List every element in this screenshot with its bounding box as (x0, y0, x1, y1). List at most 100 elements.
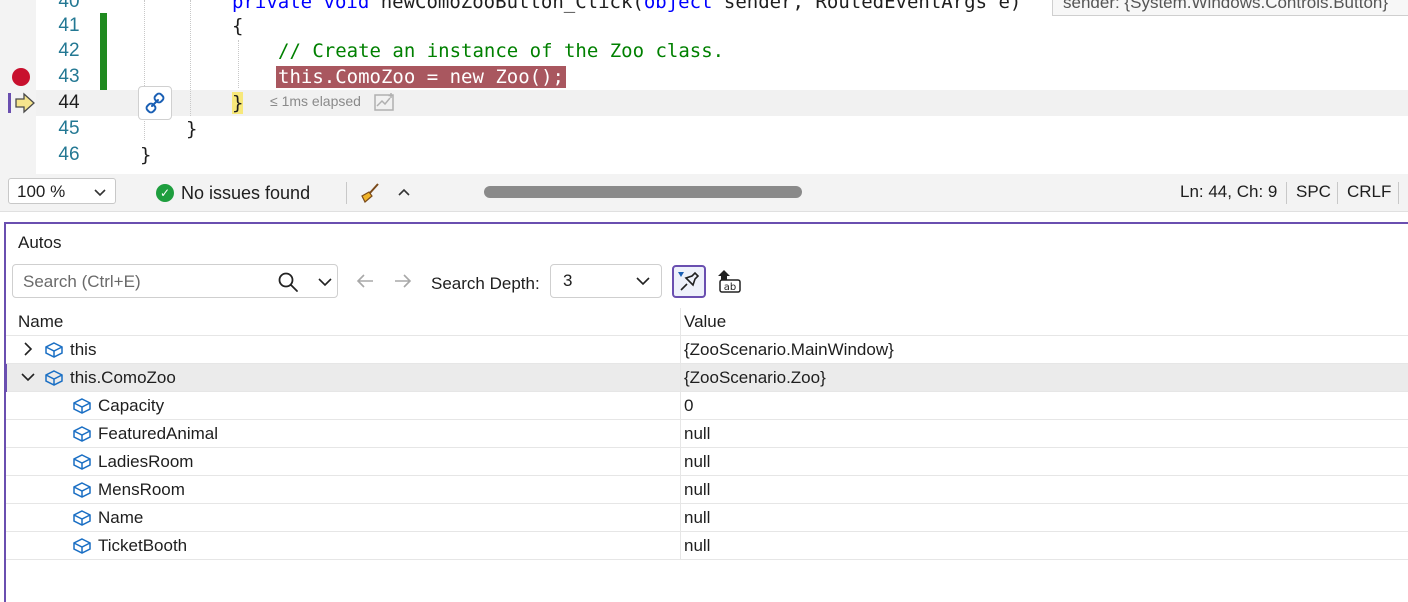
editor-status-bar: 100 % ✓ No issues found Ln: 44, Ch: 9 SP… (0, 174, 1408, 212)
chevron-down-icon (636, 277, 650, 286)
variable-value[interactable]: null (684, 448, 710, 475)
variable-value[interactable]: null (684, 504, 710, 531)
property-icon (73, 398, 91, 414)
variable-name: this.ComoZoo (70, 368, 176, 387)
line-ending-mode[interactable]: CRLF (1347, 182, 1391, 202)
variable-name-cell: FeaturedAnimal (6, 420, 681, 447)
change-tracking-mark (100, 38, 107, 64)
code-line-41[interactable]: 41 { (0, 13, 1408, 39)
chevron-down-icon[interactable] (315, 270, 335, 292)
variable-row-ticketbooth[interactable]: TicketBooth null (6, 532, 1408, 560)
code-text: } (232, 92, 244, 114)
property-icon (73, 482, 91, 498)
variable-name-cell: MensRoom (6, 476, 681, 503)
variable-value[interactable]: null (684, 420, 710, 447)
variable-row-ladiesroom[interactable]: LadiesRoom null (6, 448, 1408, 476)
datatip[interactable]: sender: {System.Windows.Controls.Button} (1052, 0, 1408, 16)
search-icon[interactable] (277, 271, 299, 293)
property-icon (73, 510, 91, 526)
diagnostic-tools-icon[interactable] (374, 92, 396, 112)
text-export-icon: ab (718, 270, 741, 293)
variable-value[interactable]: null (684, 476, 710, 503)
arrow-left-icon[interactable] (354, 270, 376, 292)
variable-name: Name (98, 508, 144, 527)
cursor-position[interactable]: Ln: 44, Ch: 9 (1180, 182, 1277, 202)
object-icon (45, 342, 63, 358)
pin-icon (678, 271, 700, 291)
variable-name-cell: this.ComoZoo (6, 364, 681, 391)
variable-row-name[interactable]: Name null (6, 504, 1408, 532)
column-header-name[interactable]: Name (6, 308, 681, 335)
property-icon (73, 538, 91, 554)
code-comment: // Create an instance of the Zoo class. (278, 40, 725, 62)
variable-name: Capacity (98, 396, 165, 415)
issues-indicator[interactable]: ✓ No issues found (156, 182, 310, 204)
chevron-up-icon[interactable] (396, 181, 412, 203)
change-tracking-mark (100, 13, 107, 39)
code-text: } (186, 118, 198, 140)
line-number: 43 (58, 66, 80, 87)
code-line-45[interactable]: 45 } (0, 116, 1408, 142)
variable-row-capacity[interactable]: Capacity 0 (6, 392, 1408, 420)
code-text: { (232, 15, 244, 37)
divider (346, 182, 347, 204)
issues-text: No issues found (181, 182, 311, 203)
object-icon (45, 370, 63, 386)
divider (1337, 182, 1338, 204)
svg-text:ab: ab (724, 282, 736, 293)
change-tracking-mark (100, 64, 107, 90)
check-circle-icon: ✓ (156, 184, 174, 202)
property-icon (73, 426, 91, 442)
breakpoint-icon[interactable] (12, 68, 30, 86)
search-box[interactable] (12, 264, 338, 298)
variable-row-featuredanimal[interactable]: FeaturedAnimal null (6, 420, 1408, 448)
variable-row-this[interactable]: this {ZooScenario.MainWindow} (6, 336, 1408, 364)
zoom-select[interactable]: 100 % (8, 178, 116, 204)
variable-name-cell: TicketBooth (6, 532, 681, 559)
chevron-down-icon[interactable] (20, 369, 36, 385)
indent-guide (238, 40, 239, 88)
variable-name: MensRoom (98, 480, 185, 499)
column-header-value[interactable]: Value (684, 308, 726, 335)
arrow-right-icon[interactable] (392, 270, 414, 292)
search-depth-label: Search Depth: (431, 274, 540, 293)
code-editor[interactable]: 40 private void newComoZooButton_Click(o… (0, 0, 1408, 174)
horizontal-scrollbar-thumb[interactable] (484, 186, 802, 198)
zoom-value: 100 % (17, 182, 66, 201)
code-line-46[interactable]: 46 } (0, 142, 1408, 168)
variable-name: FeaturedAnimal (98, 424, 219, 443)
divider (1398, 182, 1399, 204)
variable-name-cell: this (6, 336, 681, 363)
variable-name: TicketBooth (98, 536, 188, 555)
search-depth-select[interactable]: 3 (550, 264, 662, 298)
line-number: 46 (58, 144, 80, 165)
perf-tip-elapsed[interactable]: ≤ 1ms elapsed (270, 93, 361, 109)
code-line-43[interactable]: 43 this.ComoZoo = new Zoo(); (0, 64, 1408, 90)
line-number: 44 (58, 92, 80, 113)
code-cleanup-broom-icon[interactable] (358, 182, 382, 204)
variable-value[interactable]: 0 (684, 392, 693, 419)
code-line-44-current[interactable]: 44 } (0, 90, 1408, 116)
variable-row-mensroom[interactable]: MensRoom null (6, 476, 1408, 504)
search-input[interactable] (21, 269, 265, 295)
variable-name-cell: LadiesRoom (6, 448, 681, 475)
indent-guide (190, 0, 191, 116)
variable-row-this-comozoo[interactable]: this.ComoZoo {ZooScenario.Zoo} (4, 364, 1408, 392)
run-to-click-button[interactable] (138, 86, 172, 120)
variable-value[interactable]: {ZooScenario.MainWindow} (684, 336, 894, 363)
chevron-down-icon (94, 189, 106, 197)
variable-value[interactable]: {ZooScenario.Zoo} (684, 364, 826, 391)
link-icon (145, 92, 165, 114)
export-to-text-button[interactable]: ab (714, 266, 744, 296)
variable-name-cell: Name (6, 504, 681, 531)
chevron-right-icon[interactable] (20, 341, 36, 357)
pin-toggle-button[interactable] (672, 265, 706, 298)
line-number: 41 (58, 15, 80, 36)
divider (1286, 182, 1287, 204)
autos-grid: Name Value this {ZooScenario.MainWindow} (4, 308, 1408, 560)
property-icon (73, 454, 91, 470)
code-line-42[interactable]: 42 // Create an instance of the Zoo clas… (0, 38, 1408, 64)
current-statement-arrow-icon[interactable] (8, 92, 36, 114)
indentation-mode[interactable]: SPC (1296, 182, 1331, 202)
variable-value[interactable]: null (684, 532, 710, 559)
